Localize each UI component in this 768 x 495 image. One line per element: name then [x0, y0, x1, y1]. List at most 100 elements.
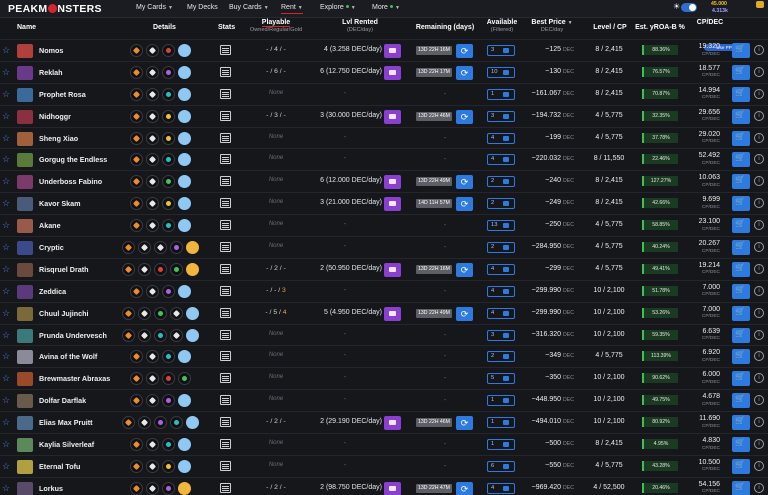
nav-more[interactable]: More ▼: [372, 4, 400, 11]
favorite-star-icon[interactable]: ☆: [2, 198, 10, 209]
nav-buy-cards[interactable]: Buy Cards ▼: [229, 4, 269, 11]
card-name[interactable]: Prunda Undervesch: [39, 331, 107, 340]
info-icon[interactable]: i: [754, 132, 764, 143]
stats-icon[interactable]: [220, 45, 231, 55]
rented-cards-button[interactable]: [384, 109, 401, 124]
available-count[interactable]: 10: [487, 66, 515, 78]
card-thumbnail[interactable]: [17, 197, 33, 212]
stats-icon[interactable]: [220, 460, 231, 471]
available-count[interactable]: 2: [487, 242, 515, 254]
favorite-star-icon[interactable]: ☆: [2, 286, 10, 297]
stats-icon[interactable]: [220, 417, 231, 428]
card-thumbnail[interactable]: [17, 284, 33, 299]
card-thumbnail[interactable]: [17, 350, 33, 365]
info-icon[interactable]: i: [754, 110, 764, 121]
stats-icon[interactable]: [220, 395, 231, 406]
info-icon[interactable]: i: [754, 460, 764, 471]
card-name[interactable]: Nomos: [39, 46, 63, 55]
card-thumbnail[interactable]: [17, 153, 33, 168]
card-thumbnail[interactable]: [17, 65, 33, 80]
available-count[interactable]: 2: [487, 176, 515, 188]
stats-icon[interactable]: [220, 285, 231, 296]
info-icon[interactable]: i: [754, 154, 764, 165]
rent-cart-button[interactable]: [732, 371, 750, 387]
rented-cards-button[interactable]: [384, 175, 401, 190]
available-count[interactable]: 5: [487, 373, 515, 385]
card-name[interactable]: Eternal Tofu: [39, 462, 80, 471]
rent-cart-button[interactable]: [732, 108, 750, 124]
favorite-star-icon[interactable]: ☆: [2, 417, 10, 428]
info-icon[interactable]: i: [754, 176, 764, 187]
card-name[interactable]: Akane: [39, 221, 61, 230]
favorite-star-icon[interactable]: ☆: [2, 439, 10, 450]
rent-cart-button[interactable]: [732, 196, 750, 212]
stats-icon[interactable]: [220, 220, 231, 231]
available-count[interactable]: 3: [487, 110, 515, 122]
card-thumbnail[interactable]: [17, 175, 33, 190]
rent-cart-button[interactable]: [732, 86, 750, 102]
favorite-star-icon[interactable]: ☆: [2, 351, 10, 362]
info-icon[interactable]: i: [754, 45, 764, 55]
card-thumbnail[interactable]: [17, 262, 33, 277]
favorite-star-icon[interactable]: ☆: [2, 395, 10, 406]
rent-cart-button[interactable]: [732, 327, 750, 343]
renew-button[interactable]: [456, 175, 473, 190]
col-yroa[interactable]: Est. yROA-B %: [632, 24, 688, 31]
rented-cards-button[interactable]: [384, 65, 401, 80]
available-count[interactable]: 1: [487, 439, 515, 451]
rent-cart-button[interactable]: [732, 240, 750, 256]
card-thumbnail[interactable]: [17, 109, 33, 124]
available-count[interactable]: 4: [487, 285, 515, 297]
favorite-star-icon[interactable]: ☆: [2, 154, 10, 165]
card-thumbnail[interactable]: [17, 219, 33, 234]
rent-cart-button[interactable]: [732, 393, 750, 409]
card-name[interactable]: Dolfar Darflak: [39, 396, 86, 405]
available-count[interactable]: 2: [487, 198, 515, 210]
card-thumbnail[interactable]: [17, 438, 33, 453]
renew-button[interactable]: [456, 262, 473, 277]
stats-icon[interactable]: [220, 66, 231, 77]
col-name[interactable]: Name: [17, 24, 36, 31]
card-name[interactable]: Nidhoggr: [39, 112, 71, 121]
available-count[interactable]: 4: [487, 307, 515, 319]
available-count[interactable]: 1: [487, 395, 515, 407]
stats-icon[interactable]: [220, 176, 231, 187]
favorite-star-icon[interactable]: ☆: [2, 242, 10, 253]
rent-cart-button[interactable]: [732, 437, 750, 453]
info-icon[interactable]: i: [754, 242, 764, 253]
available-count[interactable]: 4: [487, 154, 515, 166]
card-thumbnail[interactable]: [17, 394, 33, 409]
favorite-star-icon[interactable]: ☆: [2, 89, 10, 100]
renew-button[interactable]: [456, 416, 473, 431]
rent-cart-button[interactable]: [732, 218, 750, 234]
col-level-cp[interactable]: Level / CP: [584, 24, 636, 31]
stats-icon[interactable]: [220, 242, 231, 253]
info-icon[interactable]: i: [754, 285, 764, 296]
available-count[interactable]: 1: [487, 417, 515, 429]
info-icon[interactable]: i: [754, 307, 764, 318]
rent-cart-button[interactable]: [732, 283, 750, 299]
available-count[interactable]: 4: [487, 482, 515, 494]
info-icon[interactable]: i: [754, 220, 764, 231]
available-count[interactable]: 13: [487, 220, 515, 232]
renew-button[interactable]: [456, 306, 473, 321]
col-remaining[interactable]: Remaining (days): [415, 24, 475, 31]
favorite-star-icon[interactable]: ☆: [2, 220, 10, 231]
stats-icon[interactable]: [220, 88, 231, 99]
nav-rent[interactable]: Rent ▼: [281, 4, 303, 14]
rent-cart-button[interactable]: [732, 349, 750, 365]
theme-toggle[interactable]: [681, 3, 697, 12]
renew-button[interactable]: [456, 481, 473, 495]
rent-cart-button[interactable]: [732, 480, 750, 495]
card-thumbnail[interactable]: [17, 241, 33, 256]
info-icon[interactable]: i: [754, 373, 764, 384]
favorite-star-icon[interactable]: ☆: [2, 308, 10, 319]
col-available[interactable]: Available (Filtered): [484, 19, 520, 33]
info-icon[interactable]: i: [754, 351, 764, 362]
rented-cards-button[interactable]: [384, 306, 401, 321]
renew-button[interactable]: [456, 197, 473, 212]
stats-icon[interactable]: [220, 307, 231, 318]
card-thumbnail[interactable]: [17, 328, 33, 343]
stats-icon[interactable]: [220, 154, 231, 165]
card-name[interactable]: Reklah: [39, 68, 63, 77]
